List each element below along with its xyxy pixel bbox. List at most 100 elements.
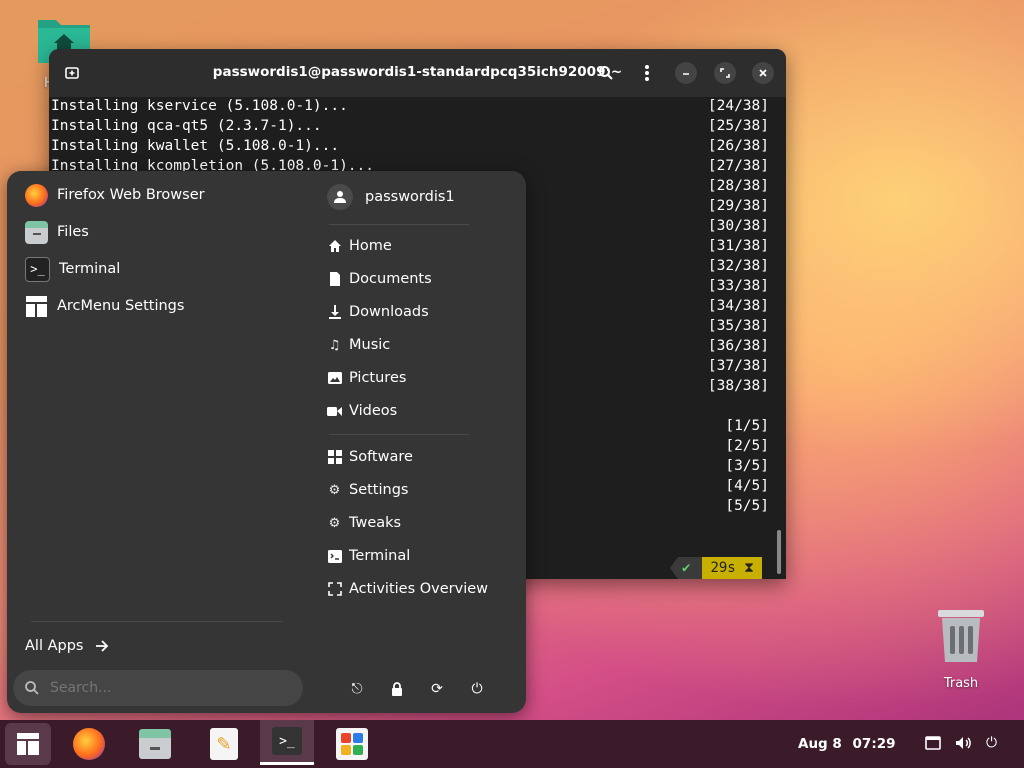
- trash-label: Trash: [943, 676, 979, 691]
- app-arcmenu-settings[interactable]: ArcMenu Settings: [25, 293, 184, 319]
- search-icon[interactable]: [594, 61, 618, 85]
- home-icon: [327, 239, 342, 254]
- place-videos[interactable]: Videos: [327, 400, 397, 422]
- taskbar-software[interactable]: [329, 723, 375, 765]
- user-name: passwordis1: [365, 189, 455, 205]
- progress-counter: [28/38]: [707, 178, 769, 194]
- clock-time: 07:29: [852, 736, 896, 752]
- arc-menu[interactable]: Firefox Web Browser Files >_ Terminal Ar…: [7, 171, 526, 713]
- search-field[interactable]: [13, 670, 303, 706]
- terminal-line: Installing kwallet (5.108.0-1)...: [51, 138, 340, 154]
- volume-icon: [956, 737, 971, 749]
- taskbar-text-editor[interactable]: ✎: [201, 723, 247, 765]
- place-music[interactable]: ♫ Music: [327, 334, 391, 356]
- separator: [329, 434, 469, 435]
- app-files[interactable]: Files: [25, 219, 89, 245]
- taskbar[interactable]: ✎ >_ Aug 8 07:29 ⏻: [0, 720, 1024, 768]
- video-icon: [327, 404, 342, 419]
- progress-counter: [38/38]: [707, 378, 769, 394]
- restart-button[interactable]: ⟳: [427, 679, 447, 699]
- software-icon: [336, 728, 368, 760]
- app-label: Files: [57, 224, 89, 240]
- text-editor-icon: ✎: [210, 728, 238, 760]
- taskbar-firefox[interactable]: [66, 723, 112, 765]
- progress-counter: [32/38]: [707, 258, 769, 274]
- all-apps-label: All Apps: [25, 638, 84, 654]
- place-label: Downloads: [349, 304, 429, 320]
- place-label: Home: [349, 238, 392, 254]
- arcmenu-icon: [17, 733, 39, 755]
- close-button[interactable]: [752, 62, 774, 84]
- app-label: Firefox Web Browser: [57, 187, 205, 203]
- all-apps-button[interactable]: All Apps: [25, 633, 109, 659]
- firefox-icon: [25, 183, 48, 207]
- tweaks-icon: ⚙: [328, 515, 341, 531]
- system-tweaks[interactable]: ⚙ Tweaks: [327, 512, 401, 534]
- progress-counter: [36/38]: [707, 338, 769, 354]
- desktop-trash[interactable]: Trash: [929, 606, 993, 691]
- terminal-header-bar[interactable]: passwordis1@passwordis1-standardpcq35ich…: [49, 49, 786, 97]
- system-tray[interactable]: ⏻: [925, 735, 997, 751]
- prompt-status: ✔ 29s ⧗: [670, 557, 762, 579]
- app-terminal[interactable]: >_ Terminal: [25, 256, 120, 282]
- clock-date: Aug 8: [798, 736, 842, 752]
- system-activities-overview[interactable]: Activities Overview: [327, 578, 488, 600]
- files-icon: [139, 729, 171, 759]
- arcmenu-launcher-button[interactable]: [5, 723, 51, 765]
- trash-icon: [938, 610, 984, 662]
- progress-counter: [33/38]: [707, 278, 769, 294]
- place-label: Music: [349, 337, 391, 353]
- terminal-line: Installing qca-qt5 (2.3.7-1)...: [51, 118, 322, 134]
- system-terminal[interactable]: Terminal: [327, 545, 410, 567]
- status-ok-icon: ✔: [670, 557, 703, 579]
- app-label: Terminal: [59, 261, 121, 277]
- taskbar-terminal[interactable]: >_: [260, 720, 314, 765]
- window-icon: [925, 736, 941, 750]
- maximize-button[interactable]: [714, 62, 736, 84]
- files-icon: [25, 220, 48, 244]
- terminal-small-icon: [327, 549, 342, 564]
- user-account[interactable]: passwordis1: [327, 184, 455, 210]
- place-label: Videos: [349, 403, 398, 419]
- system-settings[interactable]: ⚙ Settings: [327, 479, 409, 501]
- progress-counter: [26/38]: [707, 138, 769, 154]
- arcmenu-settings-icon: [25, 295, 48, 318]
- lock-button[interactable]: [387, 679, 407, 699]
- terminal-scrollbar[interactable]: [777, 530, 781, 574]
- arrow-right-icon: [96, 640, 109, 652]
- status-duration: 29s ⧗: [702, 557, 762, 579]
- minimize-button[interactable]: [675, 62, 697, 84]
- power-button[interactable]: ⏻: [467, 679, 487, 699]
- progress-counter: [2/5]: [725, 438, 769, 454]
- place-documents[interactable]: Documents: [327, 268, 432, 290]
- search-icon: [25, 681, 39, 695]
- place-label: Documents: [349, 271, 432, 287]
- logout-button[interactable]: ⎋: [347, 679, 367, 699]
- progress-counter: [24/38]: [707, 98, 769, 114]
- user-avatar-icon: [327, 184, 353, 210]
- progress-counter: [31/38]: [707, 238, 769, 254]
- system-software[interactable]: Software: [327, 446, 413, 468]
- progress-counter: [34/38]: [707, 298, 769, 314]
- place-home[interactable]: Home: [327, 235, 392, 257]
- picture-icon: [327, 371, 342, 386]
- progress-counter: [25/38]: [707, 118, 769, 134]
- system-label: Software: [349, 449, 413, 465]
- software-icon: [327, 450, 342, 465]
- place-pictures[interactable]: Pictures: [327, 367, 406, 389]
- progress-counter: [30/38]: [707, 218, 769, 234]
- document-icon: [327, 272, 342, 287]
- system-label: Activities Overview: [349, 581, 489, 597]
- place-label: Pictures: [349, 370, 407, 386]
- progress-counter: [37/38]: [707, 358, 769, 374]
- taskbar-files[interactable]: [132, 723, 178, 765]
- place-downloads[interactable]: Downloads: [327, 301, 429, 323]
- separator: [31, 621, 283, 622]
- search-input[interactable]: [48, 679, 272, 697]
- app-firefox[interactable]: Firefox Web Browser: [25, 182, 205, 208]
- progress-counter: [27/38]: [707, 158, 769, 174]
- separator: [329, 224, 469, 225]
- menu-kebab-icon[interactable]: [635, 61, 659, 85]
- progress-counter: [4/5]: [725, 478, 769, 494]
- clock[interactable]: Aug 8 07:29: [798, 736, 896, 752]
